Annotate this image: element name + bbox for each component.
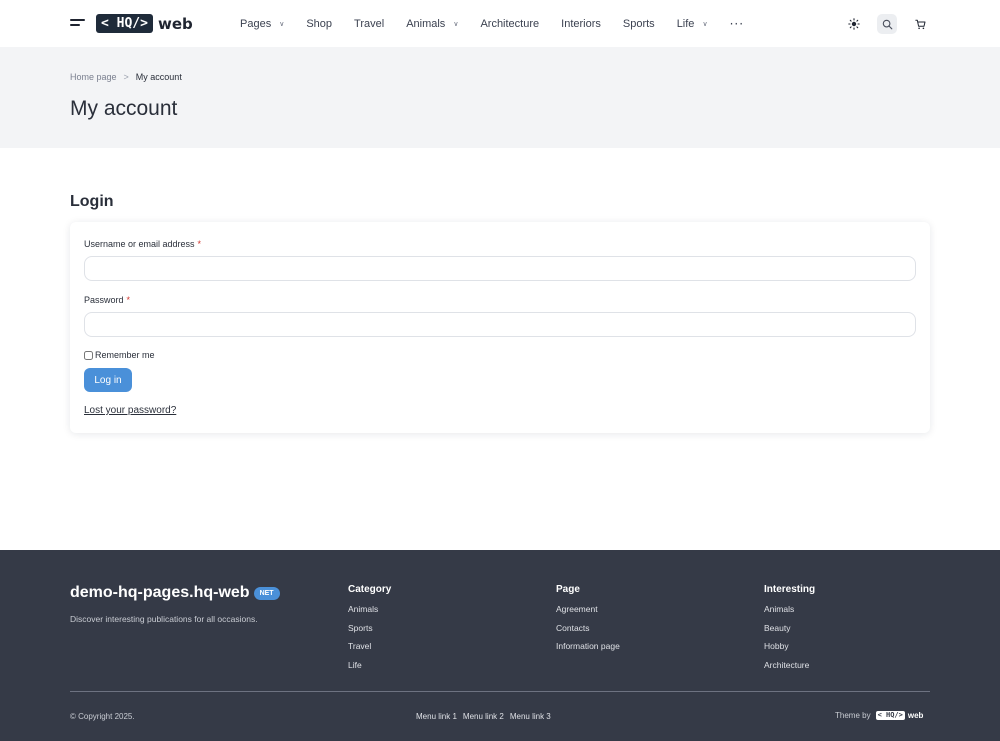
site-logo[interactable]: < HQ/> web: [96, 14, 193, 33]
theme-by-text: Theme by: [835, 711, 871, 720]
nav-label: Animals: [406, 18, 446, 30]
login-button[interactable]: Log in: [84, 368, 132, 392]
breadcrumb-separator-icon: >: [123, 72, 129, 82]
footer-link[interactable]: Life: [348, 660, 391, 679]
remember-me-checkbox[interactable]: [84, 350, 93, 360]
footer-column-title: Category: [348, 584, 392, 595]
theme-logo[interactable]: < HQ/> web: [875, 711, 924, 720]
footer-bottom-links: Menu link 1 Menu link 2 Menu link 3: [416, 712, 557, 721]
nav-item-architecture[interactable]: Architecture: [480, 18, 539, 30]
password-input[interactable]: [84, 312, 916, 337]
login-heading: Login: [70, 193, 114, 210]
footer-link[interactable]: Beauty: [764, 623, 815, 642]
theme-toggle-icon[interactable]: [844, 14, 864, 34]
cart-icon[interactable]: [910, 14, 930, 34]
footer-column-page: Page Agreement Contacts Information page: [556, 584, 620, 660]
footer-tagline: Discover interesting publications for al…: [70, 614, 258, 624]
nav-item-pages[interactable]: Pages ∨: [240, 18, 284, 30]
nav-label: Sports: [622, 18, 655, 30]
menu-burger-icon[interactable]: [70, 19, 85, 29]
footer-link[interactable]: Travel: [348, 641, 391, 660]
footer-link[interactable]: Animals: [764, 604, 815, 623]
nav-label: Travel: [354, 18, 385, 30]
breadcrumb: Home page > My account: [70, 72, 182, 82]
nav-label: Life: [676, 18, 695, 30]
logo-text: web: [157, 14, 193, 33]
footer-menu-link[interactable]: Menu link 2: [463, 712, 504, 721]
nav-label: Interiors: [561, 18, 601, 30]
nav-item-shop[interactable]: Shop: [306, 18, 332, 30]
page-title: My account: [70, 97, 178, 120]
nav-label: Shop: [306, 18, 333, 30]
lost-password-link[interactable]: Lost your password?: [84, 405, 176, 416]
breadcrumb-current: My account: [135, 72, 182, 82]
logo-box: < HQ/>: [96, 14, 153, 33]
nav-item-sports[interactable]: Sports: [623, 18, 655, 30]
breadcrumb-home-link[interactable]: Home page: [70, 72, 117, 82]
footer-link[interactable]: Hobby: [764, 641, 815, 660]
footer-link[interactable]: Sports: [348, 623, 391, 642]
theme-logo-box: < HQ/>: [875, 711, 905, 720]
footer-divider: [70, 691, 930, 692]
remember-me-label: Remember me: [95, 350, 155, 360]
chevron-down-icon: ∨: [453, 21, 459, 28]
footer-menu-link[interactable]: Menu link 1: [416, 712, 457, 721]
chevron-down-icon: ∨: [702, 21, 708, 28]
remember-me-row[interactable]: Remember me: [84, 350, 155, 360]
footer-site-name: demo-hq-pages.hq-web NET: [70, 584, 280, 602]
chevron-down-icon: ∨: [279, 21, 285, 28]
required-mark: *: [126, 295, 131, 305]
footer-link[interactable]: Architecture: [764, 660, 815, 679]
nav-item-animals[interactable]: Animals ∨: [406, 18, 458, 30]
footer-menu-link[interactable]: Menu link 3: [510, 712, 551, 721]
theme-credit: Theme by < HQ/> web: [835, 711, 923, 720]
search-icon[interactable]: [877, 14, 897, 34]
footer-column-interesting: Interesting Animals Beauty Hobby Archite…: [764, 584, 815, 678]
footer-column-category: Category Animals Sports Travel Life: [348, 584, 391, 678]
page-hero: Home page > My account My account: [0, 47, 1000, 148]
theme-logo-text: web: [907, 711, 924, 720]
nav-label: Architecture: [480, 18, 540, 30]
site-header: < HQ/> web Pages ∨ Shop Travel Animals ∨…: [0, 0, 1000, 47]
required-mark: *: [197, 239, 202, 249]
footer-link[interactable]: Animals: [348, 604, 391, 623]
more-menu-icon[interactable]: ···: [730, 17, 744, 31]
site-name-text: demo-hq-pages.hq-web: [70, 584, 250, 601]
site-footer: demo-hq-pages.hq-web NET Discover intere…: [0, 550, 1000, 741]
nav-label: Pages: [240, 18, 272, 30]
copyright: © Copyright 2025.: [70, 712, 135, 721]
username-input[interactable]: [84, 256, 916, 281]
net-badge: NET: [253, 586, 280, 600]
login-form-card: Username or email address * Password * Rem…: [70, 222, 930, 433]
password-label: Password *: [84, 295, 130, 305]
footer-column-title: Interesting: [764, 584, 816, 595]
footer-column-title: Page: [556, 584, 580, 595]
footer-link[interactable]: Agreement: [556, 604, 620, 623]
nav-item-life[interactable]: Life ∨: [677, 18, 708, 30]
footer-link[interactable]: Information page: [556, 641, 620, 660]
footer-link[interactable]: Contacts: [556, 623, 620, 642]
main-nav: Pages ∨ Shop Travel Animals ∨ Architectu…: [240, 16, 744, 32]
username-label-text: Username or email address: [84, 239, 195, 249]
nav-item-interiors[interactable]: Interiors: [561, 18, 601, 30]
password-label-text: Password: [84, 295, 124, 305]
username-label: Username or email address *: [84, 239, 201, 249]
nav-item-travel[interactable]: Travel: [354, 18, 384, 30]
